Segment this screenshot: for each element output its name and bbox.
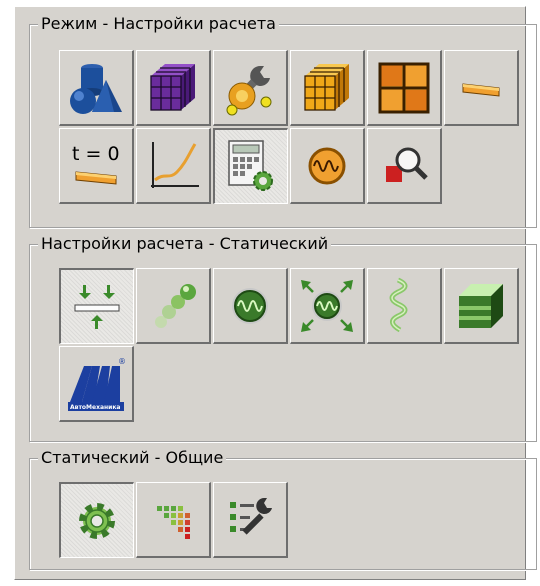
graph-button[interactable]: [136, 128, 211, 204]
time-zero-beam-icon: t = 0: [72, 143, 120, 185]
dynamics-button[interactable]: [290, 128, 365, 204]
beam-button[interactable]: [444, 50, 519, 126]
green-box-icon: [459, 283, 503, 328]
solid-model-button[interactable]: [59, 50, 134, 126]
inspect-button[interactable]: [367, 128, 442, 204]
general-settings-button[interactable]: [59, 482, 134, 558]
line-graph-icon: [151, 141, 199, 188]
calculation-settings-button[interactable]: [213, 128, 288, 204]
loads-arrows-icon: [74, 284, 120, 329]
calculator-gear-icon: [228, 139, 273, 191]
group-static-settings-title: Настройки расчета - Статический: [38, 233, 332, 255]
kinematics-button[interactable]: [213, 50, 288, 126]
results-button[interactable]: [136, 482, 211, 558]
green-oscillation-icon: [232, 287, 268, 324]
green-chain-icon: [155, 283, 196, 328]
modal-button[interactable]: [213, 268, 288, 344]
beam-bar-icon: [462, 82, 500, 97]
gear-icon: [79, 502, 115, 539]
purple-mesh-cube-icon: [150, 63, 195, 111]
plate-grid-button[interactable]: [367, 50, 442, 126]
green-spring-icon: [389, 277, 408, 332]
apm-registered-mark: ®: [118, 357, 126, 366]
group-static-general-title: Статический - Общие: [38, 447, 227, 469]
wrench-mechanism-icon: [226, 65, 272, 115]
list-wrench-icon: [230, 497, 272, 535]
apm-logo-icon: ® АвтоМеханика: [68, 357, 126, 411]
static-load-button[interactable]: [59, 268, 134, 344]
time-zero-label: t = 0: [72, 143, 120, 165]
apm-brand-label: АвтоМеханика: [70, 404, 120, 411]
settings-panel: Режим - Настройки расчета t = 0 Настройк…: [14, 6, 537, 580]
apm-button[interactable]: ® АвтоМеханика: [59, 346, 134, 422]
fe-mesh-button[interactable]: [290, 50, 365, 126]
forced-vibration-button[interactable]: [290, 268, 365, 344]
colored-dot-matrix-icon: [157, 505, 190, 539]
group-static-general: Статический - Общие: [29, 447, 537, 570]
thermal-button[interactable]: [444, 268, 519, 344]
magnifier-icon: [386, 147, 428, 182]
group-mode-title: Режим - Настройки расчета: [38, 13, 279, 35]
mesh-cube-button[interactable]: [136, 50, 211, 126]
group-static-settings: Настройки расчета - Статический ® АвтоМе…: [29, 233, 537, 442]
spring-button[interactable]: [367, 268, 442, 344]
oscillation-arrows-icon: [301, 279, 353, 332]
initial-state-button[interactable]: t = 0: [59, 128, 134, 204]
buckling-button[interactable]: [136, 268, 211, 344]
options-button[interactable]: [213, 482, 288, 558]
orange-grid-cube-icon: [304, 63, 349, 111]
solid-primitives-icon: [70, 63, 122, 114]
group-mode: Режим - Настройки расчета t = 0: [29, 13, 537, 228]
orange-plate-grid-icon: [378, 62, 430, 113]
orange-oscillation-icon: [308, 147, 346, 184]
